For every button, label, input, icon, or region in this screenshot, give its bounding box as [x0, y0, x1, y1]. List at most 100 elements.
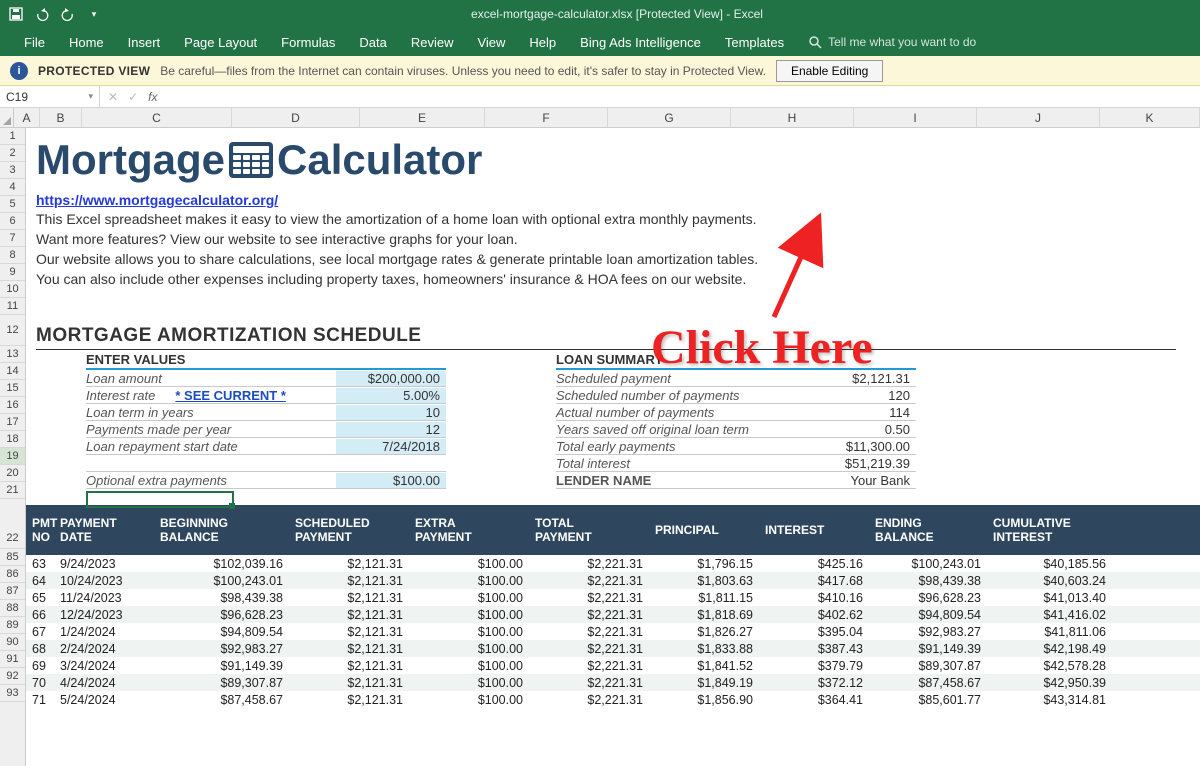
row-header-22[interactable]: 22: [0, 499, 25, 549]
input-value[interactable]: 12: [336, 422, 446, 437]
table-row[interactable]: 6612/24/2023$96,628.23$2,121.31$100.00$2…: [26, 606, 1200, 623]
input-value[interactable]: 5.00%: [336, 388, 446, 403]
col-header-G[interactable]: G: [608, 108, 731, 127]
table-cell: $87,458.67: [869, 676, 987, 690]
row-header-89[interactable]: 89: [0, 617, 25, 634]
tab-review[interactable]: Review: [399, 28, 466, 56]
row-header-85[interactable]: 85: [0, 549, 25, 566]
row-header-8[interactable]: 8: [0, 247, 25, 264]
row-header-20[interactable]: 20: [0, 465, 25, 482]
row-header-88[interactable]: 88: [0, 600, 25, 617]
col-header-J[interactable]: J: [977, 108, 1100, 127]
row-header-4[interactable]: 4: [0, 179, 25, 196]
row-header-18[interactable]: 18: [0, 431, 25, 448]
summary-value: $2,121.31: [806, 371, 916, 386]
row-header-2[interactable]: 2: [0, 145, 25, 162]
row-header-21[interactable]: 21: [0, 482, 25, 499]
row-header-6[interactable]: 6: [0, 213, 25, 230]
row-header-12[interactable]: 12: [0, 315, 25, 346]
row-header-9[interactable]: 9: [0, 264, 25, 281]
row-header-91[interactable]: 91: [0, 651, 25, 668]
row-header-93[interactable]: 93: [0, 685, 25, 702]
table-cell: 70: [26, 676, 54, 690]
table-row[interactable]: 639/24/2023$102,039.16$2,121.31$100.00$2…: [26, 555, 1200, 572]
table-cell: $2,221.31: [529, 642, 649, 656]
table-cell: 9/24/2023: [54, 557, 154, 571]
tab-view[interactable]: View: [465, 28, 517, 56]
col-header-B[interactable]: B: [40, 108, 82, 127]
row-header-1[interactable]: 1: [0, 128, 25, 145]
col-header-C[interactable]: C: [82, 108, 232, 127]
select-all-corner[interactable]: [0, 108, 14, 127]
table-cell: $2,221.31: [529, 574, 649, 588]
row-header-10[interactable]: 10: [0, 281, 25, 298]
row-header-86[interactable]: 86: [0, 566, 25, 583]
table-row[interactable]: 704/24/2024$89,307.87$2,121.31$100.00$2,…: [26, 674, 1200, 691]
row-header-90[interactable]: 90: [0, 634, 25, 651]
tab-templates[interactable]: Templates: [713, 28, 796, 56]
input-row: Optional extra payments$100.00: [86, 472, 446, 489]
input-value[interactable]: 7/24/2018: [336, 439, 446, 454]
shield-icon: i: [10, 62, 28, 80]
table-cell: $1,841.52: [649, 659, 759, 673]
fx-icon[interactable]: fx: [148, 90, 157, 104]
row-header-5[interactable]: 5: [0, 196, 25, 213]
name-box[interactable]: C19: [0, 86, 100, 107]
table-row[interactable]: 682/24/2024$92,983.27$2,121.31$100.00$2,…: [26, 640, 1200, 657]
row-header-16[interactable]: 16: [0, 397, 25, 414]
row-header-15[interactable]: 15: [0, 380, 25, 397]
col-header-I[interactable]: I: [854, 108, 977, 127]
redo-icon[interactable]: [60, 6, 76, 22]
summary-value: $51,219.39: [806, 456, 916, 471]
row-header-3[interactable]: 3: [0, 162, 25, 179]
row-header-7[interactable]: 7: [0, 230, 25, 247]
col-header-F[interactable]: F: [485, 108, 608, 127]
tab-data[interactable]: Data: [347, 28, 398, 56]
table-row[interactable]: 671/24/2024$94,809.54$2,121.31$100.00$2,…: [26, 623, 1200, 640]
table-cell: $2,121.31: [289, 693, 409, 707]
row-header-14[interactable]: 14: [0, 363, 25, 380]
table-cell: $2,121.31: [289, 557, 409, 571]
tab-help[interactable]: Help: [517, 28, 568, 56]
input-label: Interest rate* SEE CURRENT *: [86, 388, 336, 403]
table-header-cell: PMTNO: [26, 505, 54, 555]
tab-formulas[interactable]: Formulas: [269, 28, 347, 56]
col-header-E[interactable]: E: [360, 108, 485, 127]
col-header-A[interactable]: A: [14, 108, 40, 127]
tab-file[interactable]: File: [12, 28, 57, 56]
tell-me-search[interactable]: Tell me what you want to do: [808, 35, 976, 49]
see-current-link[interactable]: * SEE CURRENT *: [175, 388, 286, 403]
col-header-K[interactable]: K: [1100, 108, 1200, 127]
enable-editing-button[interactable]: Enable Editing: [776, 60, 883, 82]
website-link[interactable]: https://www.mortgagecalculator.org/: [36, 192, 278, 208]
table-row[interactable]: 6410/24/2023$100,243.01$2,121.31$100.00$…: [26, 572, 1200, 589]
table-row[interactable]: 715/24/2024$87,458.67$2,121.31$100.00$2,…: [26, 691, 1200, 708]
row-header-87[interactable]: 87: [0, 583, 25, 600]
tab-home[interactable]: Home: [57, 28, 116, 56]
table-row[interactable]: 693/24/2024$91,149.39$2,121.31$100.00$2,…: [26, 657, 1200, 674]
table-row[interactable]: 6511/24/2023$98,439.38$2,121.31$100.00$2…: [26, 589, 1200, 606]
row-header-13[interactable]: 13: [0, 346, 25, 363]
input-value[interactable]: $100.00: [336, 473, 446, 488]
cancel-icon[interactable]: ✕: [108, 90, 118, 104]
row-header-17[interactable]: 17: [0, 414, 25, 431]
tab-page-layout[interactable]: Page Layout: [172, 28, 269, 56]
table-cell: $2,121.31: [289, 608, 409, 622]
input-value[interactable]: 10: [336, 405, 446, 420]
col-header-H[interactable]: H: [731, 108, 854, 127]
qat-dropdown-icon[interactable]: ▾: [86, 6, 102, 22]
enter-icon[interactable]: ✓: [128, 90, 138, 104]
sheet-content[interactable]: Mortgage Calculator https://www.mortgage…: [26, 128, 1200, 766]
save-icon[interactable]: [8, 6, 24, 22]
tab-insert[interactable]: Insert: [116, 28, 173, 56]
col-header-D[interactable]: D: [232, 108, 360, 127]
table-cell: 2/24/2024: [54, 642, 154, 656]
row-header-19[interactable]: 19: [0, 448, 25, 465]
undo-icon[interactable]: [34, 6, 50, 22]
tab-bing-ads-intelligence[interactable]: Bing Ads Intelligence: [568, 28, 713, 56]
row-header-92[interactable]: 92: [0, 668, 25, 685]
description-line: Want more features? View our website to …: [36, 230, 1200, 248]
table-cell: $91,149.39: [154, 659, 289, 673]
input-value[interactable]: $200,000.00: [336, 371, 446, 386]
row-header-11[interactable]: 11: [0, 298, 25, 315]
